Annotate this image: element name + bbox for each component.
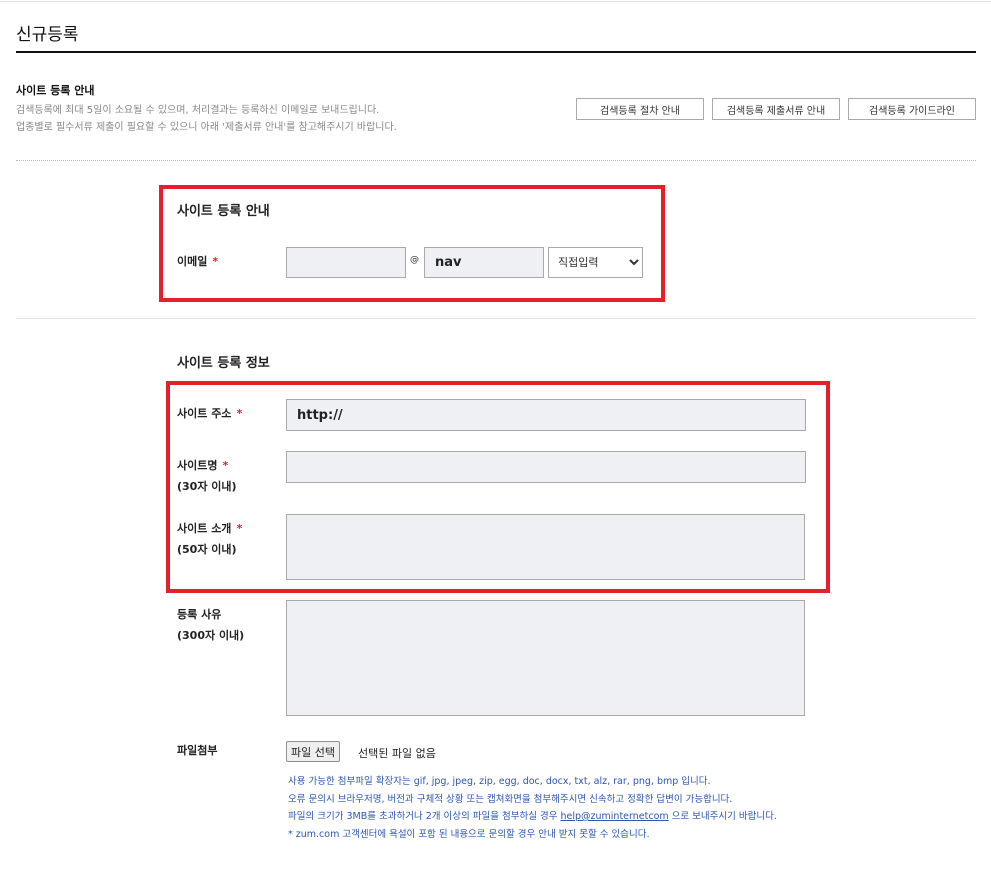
file-note-error-inquiry: 오류 문의시 브라우저명, 버전과 구체적 상황 또는 캡쳐화면을 첨부해주시면… [288,793,733,805]
file-status: 선택된 파일 없음 [358,747,436,760]
registration-procedure-button[interactable]: 검색등록 절차 안내 [576,98,704,120]
required-mark: * [222,459,229,472]
site-name-label: 사이트명 * (30자 이내) [177,455,237,497]
site-intro-textarea[interactable] [286,514,805,580]
required-mark: * [236,407,243,420]
file-note-abuse: * zum.com 고객센터에 욕설이 포함 된 내용으로 문의할 경우 안내 … [288,828,650,840]
file-notes: 사용 가능한 첨부파일 확장자는 gif, jpg, jpeg, zip, eg… [288,773,777,843]
guide-heading: 사이트 등록 안내 [16,84,95,97]
support-email-link[interactable]: help@zuminternetcom [560,811,668,822]
site-url-input[interactable] [286,399,806,431]
site-info-section-title: 사이트 등록 정보 [177,356,270,371]
guide-text-line-1: 검색등록에 최대 5일이 소요될 수 있으며, 처리결과는 등록하신 이메일로 … [16,105,380,116]
site-name-input[interactable] [286,451,806,483]
page-title: 신규등록 [16,25,79,45]
top-border [0,1,991,2]
title-divider [16,51,976,53]
registration-guideline-button[interactable]: 검색등록 가이드라인 [848,98,976,120]
required-mark: * [236,522,243,535]
site-name-label-text: 사이트명 [177,459,218,472]
site-intro-label: 사이트 소개 * (50자 이내) [177,518,242,560]
at-sign: @ [410,255,419,265]
site-url-label: 사이트 주소 * [177,403,242,424]
email-label-text: 이메일 [177,255,208,268]
file-note-size-text: 파일의 크기가 3MB를 초과하거나 2개 이상의 파일을 첨부하실 경우 [288,811,561,822]
site-name-limit: (30자 이내) [177,480,237,493]
section-divider [16,318,976,319]
email-id-input[interactable] [286,247,406,278]
required-mark: * [212,255,219,268]
site-url-label-text: 사이트 주소 [177,407,232,420]
site-intro-limit: (50자 이내) [177,543,237,556]
dotted-divider [16,160,976,161]
reason-label: 등록 사유 (300자 이내) [177,604,244,646]
email-domain-input[interactable] [424,247,544,278]
guide-text-line-2: 업종별로 필수서류 제출이 필요할 수 있으니 아래 '제출서류 안내'를 참고… [16,122,397,133]
email-label: 이메일 * [177,251,218,272]
site-intro-label-text: 사이트 소개 [177,522,232,535]
file-note-size-tail: 으로 보내주시기 바랍니다. [668,811,777,822]
file-note-size: 파일의 크기가 3MB를 초과하거나 2개 이상의 파일을 첨부하실 경우 he… [288,808,777,826]
email-domain-select[interactable]: 직접입력 [548,247,643,278]
reason-textarea[interactable] [286,600,805,716]
file-note-extensions: 사용 가능한 첨부파일 확장자는 gif, jpg, jpeg, zip, eg… [288,776,711,787]
reason-limit: (300자 이내) [177,629,245,642]
file-label: 파일첨부 [177,744,218,757]
file-select-button[interactable]: 파일 선택 [286,741,340,762]
required-documents-button[interactable]: 검색등록 제출서류 안내 [712,98,840,120]
reason-label-text: 등록 사유 [177,608,222,621]
email-section-title: 사이트 등록 안내 [177,204,270,219]
